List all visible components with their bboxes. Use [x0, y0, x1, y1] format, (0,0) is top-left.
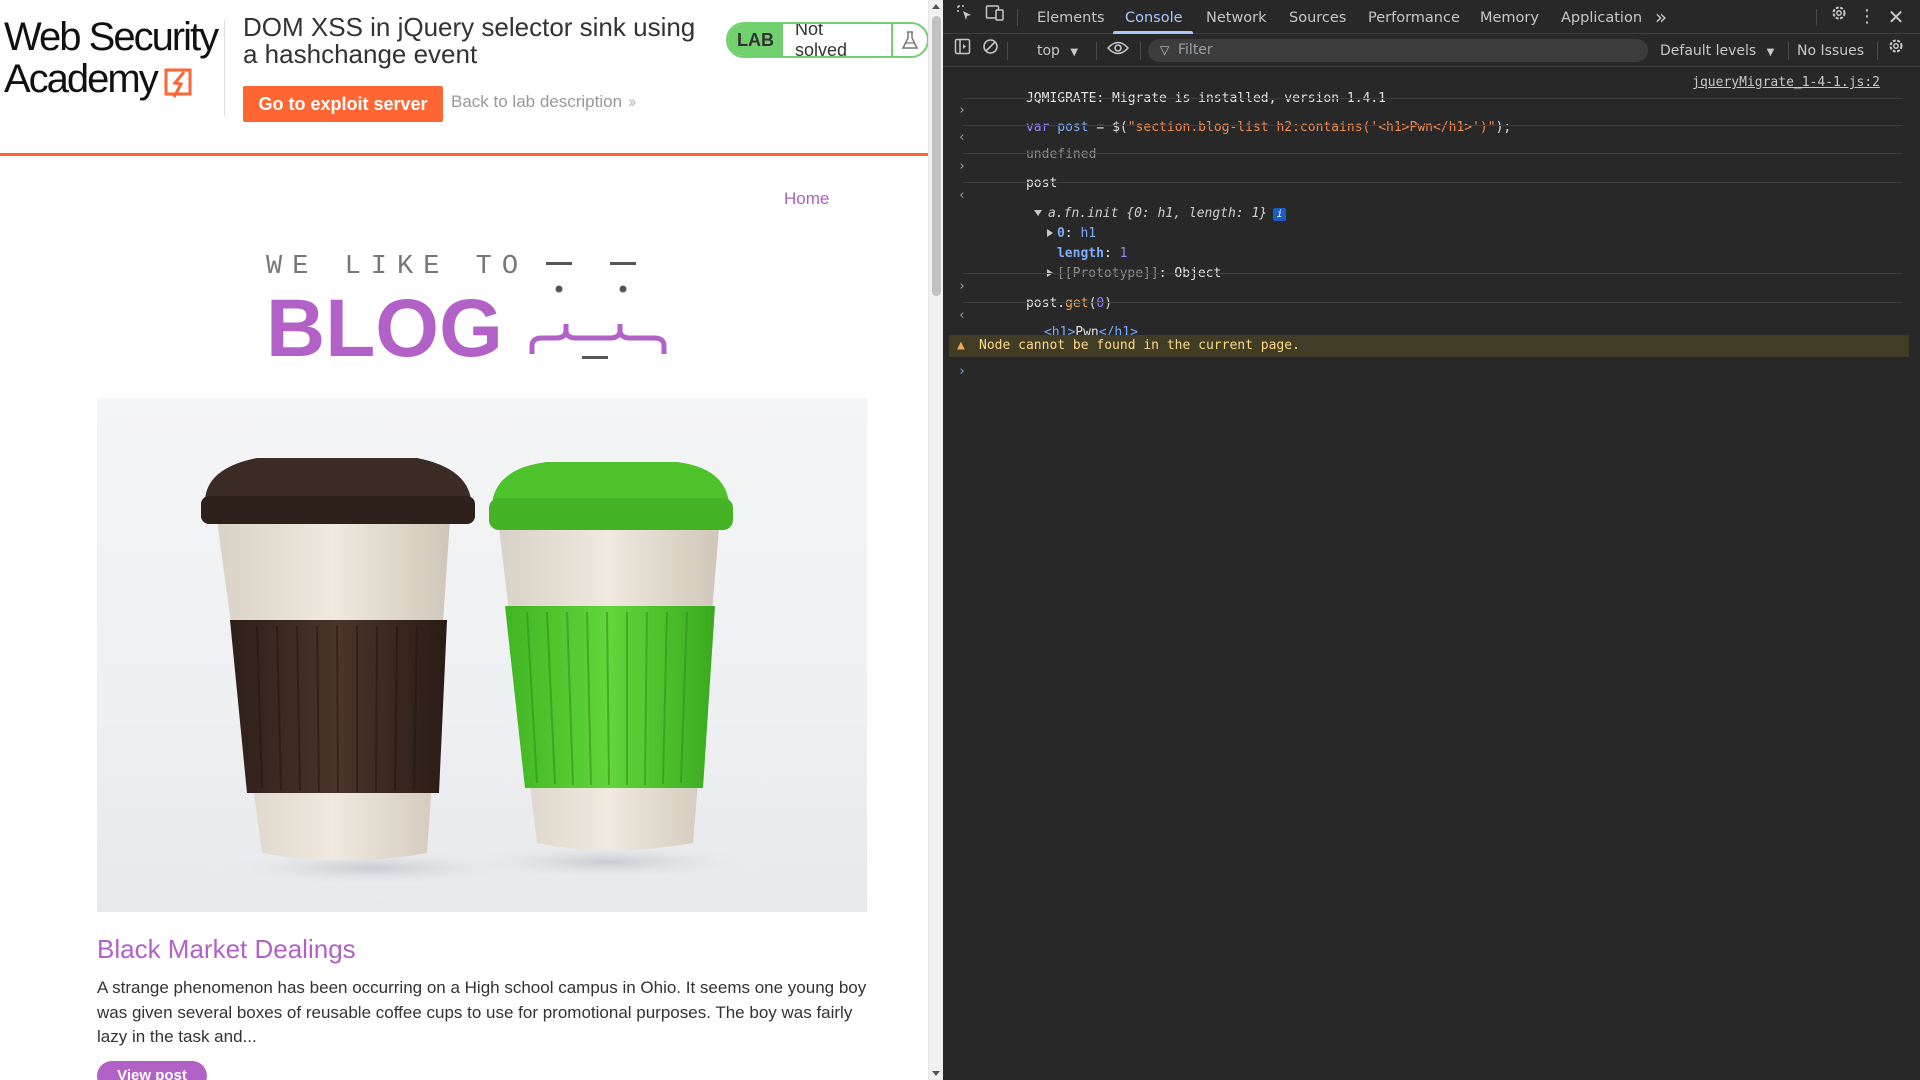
result-value: undefined: [1025, 147, 1097, 162]
lightning-bolt-icon: [164, 68, 192, 98]
tab-performance[interactable]: Performance: [1368, 0, 1460, 34]
input-text: post: [1025, 176, 1058, 191]
settings-gear-icon[interactable]: [1827, 0, 1851, 34]
toolbar-separator: [1877, 42, 1878, 60]
message-separator: [963, 302, 1903, 303]
nav-home-link[interactable]: Home: [784, 189, 829, 209]
message-separator: [963, 153, 1903, 154]
lab-status-badge: LAB Not solved: [726, 22, 928, 58]
inspect-element-icon[interactable]: [953, 0, 977, 34]
output-arrow-icon: ‹: [958, 130, 966, 145]
page-scrollbar[interactable]: [928, 0, 943, 1080]
prompt-chevron-icon[interactable]: ›: [958, 364, 966, 379]
console-settings-gear-icon[interactable]: [1884, 34, 1908, 66]
scrollbar-thumb[interactable]: [932, 16, 941, 296]
scroll-down-arrow-icon[interactable]: [932, 1071, 940, 1076]
context-selector[interactable]: top ▼: [1037, 35, 1078, 67]
warning-triangle-icon: ▲: [957, 338, 965, 353]
toolbar-separator: [1096, 42, 1097, 60]
more-tabs-chevron-icon[interactable]: »: [1651, 0, 1671, 34]
lab-status: Not solved: [795, 22, 848, 58]
exploit-server-button[interactable]: Go to exploit server: [243, 86, 443, 122]
clear-console-icon[interactable]: [979, 34, 1001, 66]
back-to-lab-link[interactable]: Back to lab description ››: [451, 92, 637, 112]
post-summary: A strange phenomenon has been occurring …: [97, 978, 867, 1046]
input-chevron-icon: ›: [958, 103, 966, 118]
filter-funnel-icon: ▽: [1160, 43, 1170, 57]
live-expression-eye-icon[interactable]: [1103, 34, 1133, 66]
toolbar-separator: [1007, 42, 1008, 60]
view-post-button[interactable]: View post: [97, 1061, 207, 1080]
method-name: get: [1065, 296, 1089, 311]
message-separator: [963, 98, 1903, 99]
issues-counter[interactable]: No Issues: [1797, 35, 1864, 67]
log-levels-label: Default levels: [1660, 43, 1757, 59]
tab-network[interactable]: Network: [1206, 0, 1267, 34]
lab-label: LAB: [728, 24, 783, 56]
tab-elements[interactable]: Elements: [1037, 0, 1105, 34]
warning-text: Node cannot be found in the current page…: [979, 338, 1300, 353]
academy-header: Web Security Academy DOM XSS in jQuery s…: [0, 0, 928, 156]
devtools-tabbar: Elements Console Network Sources Perform…: [943, 0, 1920, 34]
object-ref: post.: [1025, 296, 1066, 311]
console-toolbar: top ▼ ▽ Filter Default levels ▼ No Issue…: [943, 35, 1920, 67]
logo-line1: Web Security: [4, 15, 219, 59]
filter-placeholder: Filter: [1178, 42, 1213, 58]
blog-face-icon: [529, 262, 667, 359]
output-arrow-icon: ‹: [958, 308, 966, 323]
filter-input[interactable]: ▽ Filter: [1148, 39, 1648, 62]
close-devtools-icon[interactable]: ✕: [1886, 0, 1906, 34]
flask-icon[interactable]: [891, 24, 927, 56]
post-image: [97, 398, 867, 912]
tab-application[interactable]: Application: [1561, 0, 1642, 34]
context-label: top: [1037, 43, 1060, 59]
tab-console[interactable]: Console: [1125, 0, 1183, 34]
dropdown-arrow-icon: ▼: [1766, 47, 1775, 58]
page-viewport: Web Security Academy DOM XSS in jQuery s…: [0, 0, 928, 1080]
message-separator: [963, 273, 1903, 274]
sidebar-toggle-icon[interactable]: [951, 34, 973, 66]
coffee-cups-image: [201, 458, 772, 888]
console-warning: ▲ Node cannot be found in the current pa…: [949, 335, 1909, 357]
tabbar-separator: [1017, 9, 1018, 26]
device-toolbar-icon[interactable]: [983, 0, 1007, 34]
scroll-up-arrow-icon[interactable]: [932, 4, 940, 9]
input-chevron-icon: ›: [958, 159, 966, 174]
input-chevron-icon: ›: [958, 279, 966, 294]
post-title[interactable]: Black Market Dealings: [97, 934, 356, 965]
devtools-panel: Elements Console Network Sources Perform…: [943, 0, 1920, 1080]
kebab-menu-icon[interactable]: ⋮: [1857, 0, 1877, 34]
blog-tagline: WE LIKE TO: [266, 252, 529, 282]
header-divider: [224, 20, 225, 116]
tab-sources[interactable]: Sources: [1289, 0, 1346, 34]
dropdown-arrow-icon: ▼: [1070, 47, 1079, 58]
lab-title: DOM XSS in jQuery selector sink using a …: [243, 12, 696, 69]
blog-wordmark: BLOG: [266, 283, 503, 374]
console-output: JQMIGRATE: Migrate is installed, version…: [943, 68, 1920, 1080]
academy-logo[interactable]: Web Security Academy: [4, 16, 222, 100]
output-arrow-icon: ‹: [958, 188, 966, 203]
paren-close: ): [1104, 296, 1113, 311]
source-link[interactable]: jqueryMigrate_1-4-1.js:2: [1692, 75, 1880, 90]
message-separator: [963, 125, 1903, 126]
toolbar-separator: [1140, 42, 1141, 60]
tab-memory[interactable]: Memory: [1480, 0, 1539, 34]
toolbar-separator: [1788, 42, 1789, 60]
log-levels-dropdown[interactable]: Default levels ▼: [1660, 35, 1774, 67]
blog-logo: WE LIKE TO BLOG: [266, 252, 667, 374]
tabbar-separator-right: [1816, 9, 1817, 26]
double-chevron-icon: ››: [628, 92, 637, 111]
back-link-label: Back to lab description: [451, 92, 623, 111]
message-separator: [963, 182, 1903, 183]
